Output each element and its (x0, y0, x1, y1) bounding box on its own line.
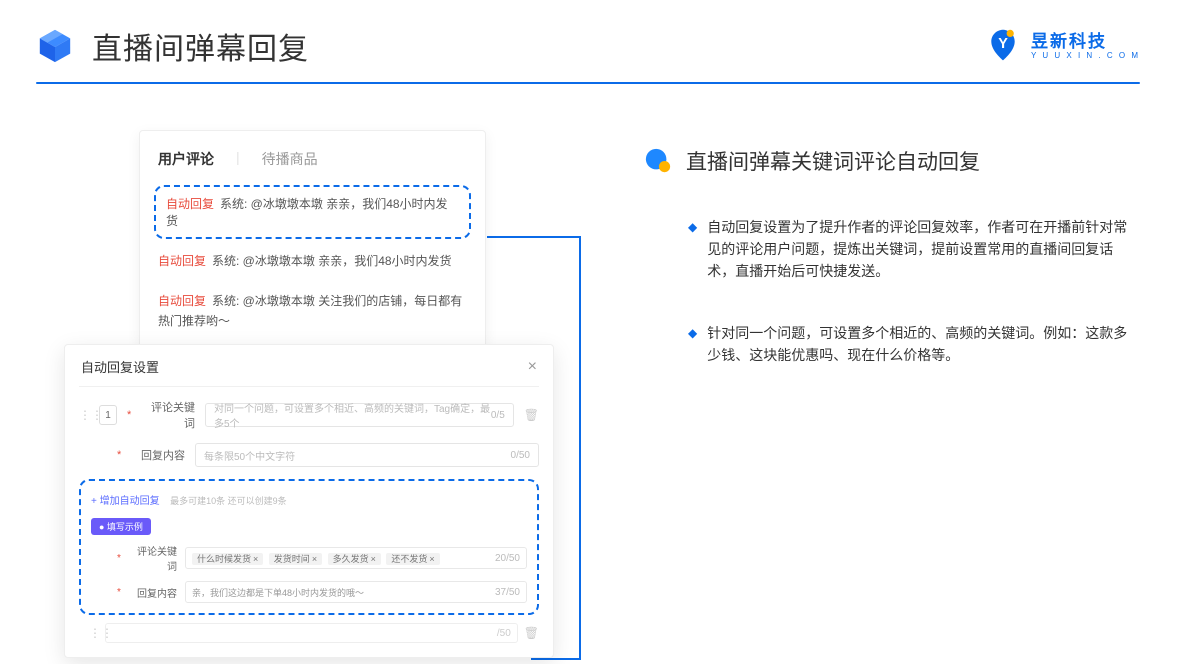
chip[interactable]: 还不发货× (386, 553, 439, 565)
example-content-label: 回复内容 (131, 585, 177, 600)
content-label: 回复内容 (133, 447, 185, 463)
required-marker: * (117, 553, 123, 564)
example-keyword-row: * 评论关键词 什么时候发货× 发货时间× 多久发货× 还不发货× 20/50 (91, 543, 527, 573)
placeholder: 对同一个问题，可设置多个相近、高频的关键词，Tag确定，最多5个 (214, 400, 491, 430)
settings-header: 自动回复设置 × (79, 357, 539, 387)
char-count: 0/50 (511, 450, 530, 461)
ghost-input: /50 (105, 623, 518, 643)
comment-text: 系统: @冰墩墩本墩 亲亲，我们48小时内发货 (212, 254, 452, 268)
svg-text:Y: Y (998, 36, 1008, 52)
tabs: 用户评论 | 待播商品 (158, 149, 467, 169)
auto-reply-tag: 自动回复 (158, 254, 206, 268)
page-title: 直播间弹幕回复 (92, 24, 309, 68)
required-marker: * (117, 449, 123, 461)
add-reply-link[interactable]: + 增加自动回复 (91, 496, 160, 507)
auto-reply-tag: 自动回复 (166, 197, 214, 211)
bullet-text: 针对同一个问题，可设置多个相近的、高频的关键词。例如：这款多少钱、这块能优惠吗、… (707, 322, 1140, 366)
blob-icon (644, 147, 672, 175)
logo-text: 昱新科技 Y U U X I N . C O M (1031, 33, 1140, 60)
chips: 什么时候发货× 发货时间× 多久发货× 还不发货× (192, 552, 443, 565)
ghost-count: /50 (497, 628, 511, 639)
chip[interactable]: 什么时候发货× (192, 553, 263, 565)
cube-icon (36, 27, 74, 65)
example-kw-label: 评论关键词 (131, 543, 177, 573)
example-content-value: 亲，我们这边都是下单48小时内发货的哦～ (192, 586, 364, 599)
section-head: 直播间弹幕关键词评论自动回复 (644, 146, 1140, 176)
required-marker: * (117, 587, 123, 598)
tab-pending-goods[interactable]: 待播商品 (262, 149, 318, 169)
comments-card: 用户评论 | 待播商品 自动回复系统: @冰墩墩本墩 亲亲，我们48小时内发货 … (139, 130, 486, 348)
row-number: 1 (99, 405, 117, 425)
content: 用户评论 | 待播商品 自动回复系统: @冰墩墩本墩 亲亲，我们48小时内发货 … (0, 84, 1180, 658)
tab-user-comments[interactable]: 用户评论 (158, 149, 214, 169)
example-tag-row: ● 填写示例 (91, 517, 527, 535)
keyword-row: ⋮⋮ 1 * 评论关键词 对同一个问题，可设置多个相近、高频的关键词，Tag确定… (79, 399, 539, 431)
left-column: 用户评论 | 待播商品 自动回复系统: @冰墩墩本墩 亲亲，我们48小时内发货 … (64, 130, 584, 658)
chip[interactable]: 多久发货× (328, 553, 381, 565)
bullet-item: ◆ 自动回复设置为了提升作者的评论回复效率，作者可在开播前针对常见的评论用户问题… (644, 216, 1140, 282)
header-left: 直播间弹幕回复 (36, 24, 309, 68)
content-row: * 回复内容 每条限50个中文字符 0/50 (117, 443, 539, 467)
char-count: 37/50 (495, 587, 520, 598)
right-column: 直播间弹幕关键词评论自动回复 ◆ 自动回复设置为了提升作者的评论回复效率，作者可… (644, 130, 1140, 658)
section-title: 直播间弹幕关键词评论自动回复 (686, 146, 980, 176)
highlighted-comment: 自动回复系统: @冰墩墩本墩 亲亲，我们48小时内发货 (154, 185, 471, 239)
diamond-icon: ◆ (688, 216, 697, 238)
drag-icon[interactable]: ⋮⋮ (79, 408, 89, 422)
logo-icon: Y (985, 28, 1021, 64)
placeholder: 每条限50个中文字符 (204, 448, 295, 463)
drag-icon: ⋮⋮ (89, 626, 99, 640)
connector-line (579, 236, 581, 660)
example-content-input[interactable]: 亲，我们这边都是下单48小时内发货的哦～ 37/50 (185, 581, 527, 603)
comment-list: 自动回复系统: @冰墩墩本墩 亲亲，我们48小时内发货 自动回复系统: @冰墩墩… (158, 185, 467, 341)
delete-icon[interactable]: 🗑 (524, 408, 539, 422)
add-reply-row: + 增加自动回复 最多可建10条 还可以创建9条 (91, 491, 527, 509)
example-block: + 增加自动回复 最多可建10条 还可以创建9条 ● 填写示例 * 评论关键词 … (79, 479, 539, 615)
delete-icon: 🗑 (524, 626, 539, 640)
keyword-label: 评论关键词 (143, 399, 195, 431)
brand: Y 昱新科技 Y U U X I N . C O M (985, 28, 1140, 64)
connector-line (487, 236, 581, 238)
diamond-icon: ◆ (688, 322, 697, 344)
ghost-row: ⋮⋮ /50 🗑 (79, 623, 539, 643)
example-kw-input[interactable]: 什么时候发货× 发货时间× 多久发货× 还不发货× 20/50 (185, 547, 527, 569)
char-count: 0/5 (491, 410, 505, 421)
add-hint: 最多可建10条 还可以创建9条 (170, 496, 287, 506)
char-count: 20/50 (495, 553, 520, 564)
required-marker: * (127, 409, 133, 421)
header: 直播间弹幕回复 Y 昱新科技 Y U U X I N . C O M (0, 0, 1180, 68)
tab-divider: | (236, 149, 240, 169)
content-input[interactable]: 每条限50个中文字符 0/50 (195, 443, 539, 467)
list-item: 自动回复系统: @冰墩墩本墩 关注我们的店铺，每日都有热门推荐哟～ (158, 281, 467, 341)
example-badge: ● 填写示例 (91, 518, 151, 535)
connector-line (531, 658, 581, 660)
chip[interactable]: 发货时间× (269, 553, 322, 565)
bullet-item: ◆ 针对同一个问题，可设置多个相近的、高频的关键词。例如：这款多少钱、这块能优惠… (644, 322, 1140, 366)
bullet-text: 自动回复设置为了提升作者的评论回复效率，作者可在开播前针对常见的评论用户问题，提… (707, 216, 1140, 282)
logo-en: Y U U X I N . C O M (1031, 52, 1140, 60)
keyword-input[interactable]: 对同一个问题，可设置多个相近、高频的关键词，Tag确定，最多5个 0/5 (205, 403, 514, 427)
example-content-row: * 回复内容 亲，我们这边都是下单48小时内发货的哦～ 37/50 (91, 581, 527, 603)
settings-card: 自动回复设置 × ⋮⋮ 1 * 评论关键词 对同一个问题，可设置多个相近、高频的… (64, 344, 554, 658)
close-icon[interactable]: × (528, 358, 537, 376)
settings-title: 自动回复设置 (81, 357, 159, 376)
logo-cn: 昱新科技 (1031, 33, 1140, 50)
list-item: 自动回复系统: @冰墩墩本墩 亲亲，我们48小时内发货 (158, 241, 467, 281)
auto-reply-tag: 自动回复 (158, 294, 206, 308)
